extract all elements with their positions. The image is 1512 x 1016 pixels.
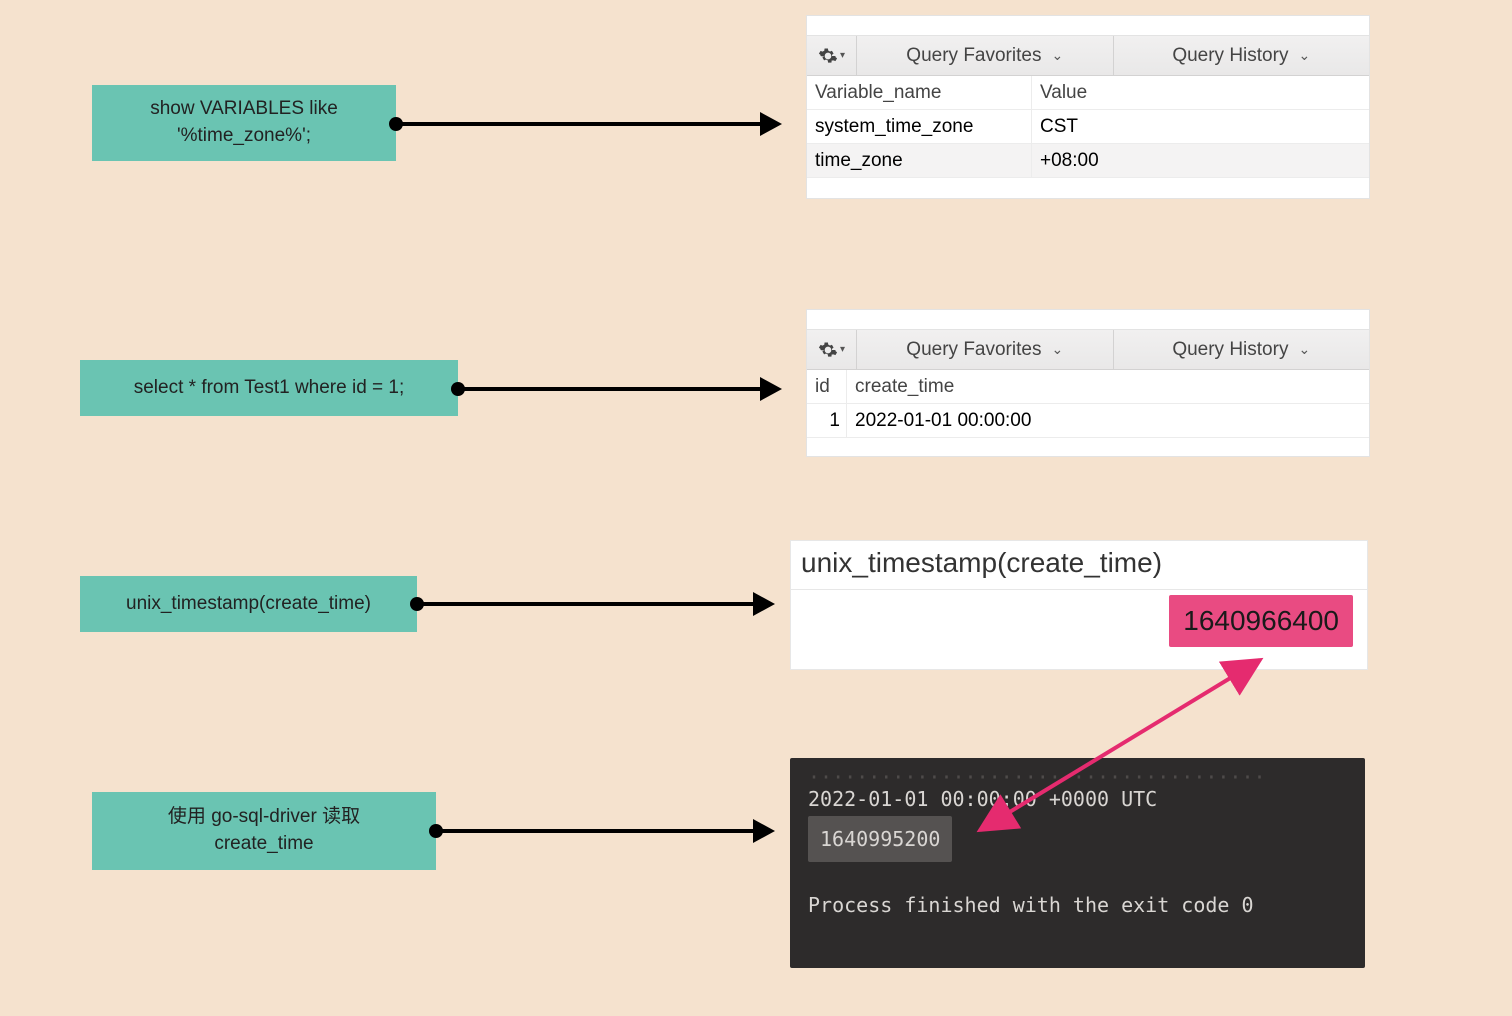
query-label-4-line1: 使用 go-sql-driver 读取 bbox=[168, 804, 360, 831]
arrow-2-line bbox=[458, 387, 761, 391]
terminal-output: ······································ 2… bbox=[790, 758, 1365, 968]
table-row: system_time_zone CST bbox=[807, 110, 1369, 144]
query-favorites-label: Query Favorites bbox=[906, 339, 1041, 361]
terminal-truncated-line: ······································ bbox=[808, 772, 1347, 782]
unix-timestamp-driver-value: 1640995200 bbox=[808, 816, 952, 862]
query-history-label: Query History bbox=[1172, 45, 1288, 67]
arrow-3-line bbox=[417, 602, 754, 606]
arrow-1-head bbox=[760, 112, 782, 136]
result-panel-2: ▾ Query Favorites ⌄ Query History ⌄ id c… bbox=[806, 309, 1370, 457]
arrow-1-line bbox=[396, 122, 761, 126]
dropdown-triangle-icon: ▾ bbox=[840, 50, 845, 61]
query-label-3: unix_timestamp(create_time) bbox=[80, 576, 417, 632]
query-history-button[interactable]: Query History ⌄ bbox=[1114, 330, 1370, 369]
query-label-1: show VARIABLES like '%time_zone%'; bbox=[92, 85, 396, 161]
panel-top-strip bbox=[807, 310, 1369, 330]
terminal-exit-line: Process finished with the exit code 0 bbox=[808, 888, 1347, 922]
query-label-1-line2: '%time_zone%'; bbox=[150, 123, 338, 150]
chevron-down-icon: ⌄ bbox=[1051, 47, 1063, 64]
table-row: 1 2022-01-01 00:00:00 bbox=[807, 404, 1369, 438]
cell-value: CST bbox=[1032, 110, 1369, 143]
col-header-value: Value bbox=[1032, 76, 1369, 109]
query-label-4-line2: create_time bbox=[168, 831, 360, 858]
col-header-unix-timestamp: unix_timestamp(create_time) bbox=[791, 541, 1367, 590]
query-favorites-button[interactable]: Query Favorites ⌄ bbox=[857, 36, 1114, 75]
dropdown-triangle-icon: ▾ bbox=[840, 344, 845, 355]
chevron-down-icon: ⌄ bbox=[1298, 47, 1310, 64]
gear-icon bbox=[818, 46, 838, 66]
query-history-label: Query History bbox=[1172, 339, 1288, 361]
query-label-1-line1: show VARIABLES like bbox=[150, 96, 338, 123]
arrow-4-head bbox=[753, 819, 775, 843]
chevron-down-icon: ⌄ bbox=[1051, 341, 1063, 358]
col-header-variable-name: Variable_name bbox=[807, 76, 1032, 109]
result-value-row: 1640966400 bbox=[791, 590, 1367, 652]
panel-top-strip bbox=[807, 16, 1369, 36]
cell-variable-name: time_zone bbox=[807, 144, 1032, 177]
chevron-down-icon: ⌄ bbox=[1298, 341, 1310, 358]
gear-dropdown[interactable]: ▾ bbox=[807, 330, 857, 369]
col-header-id: id bbox=[807, 370, 847, 403]
arrow-4-line bbox=[436, 829, 754, 833]
arrow-2-head bbox=[760, 377, 782, 401]
query-label-2-text: select * from Test1 where id = 1; bbox=[134, 375, 405, 402]
gear-icon bbox=[818, 340, 838, 360]
result-toolbar: ▾ Query Favorites ⌄ Query History ⌄ bbox=[807, 36, 1369, 76]
cell-variable-name: system_time_zone bbox=[807, 110, 1032, 143]
query-label-4: 使用 go-sql-driver 读取 create_time bbox=[92, 792, 436, 870]
query-favorites-label: Query Favorites bbox=[906, 45, 1041, 67]
table-header-row: Variable_name Value bbox=[807, 76, 1369, 110]
col-header-create-time: create_time bbox=[847, 370, 1369, 403]
query-history-button[interactable]: Query History ⌄ bbox=[1114, 36, 1370, 75]
table-header-row: id create_time bbox=[807, 370, 1369, 404]
query-favorites-button[interactable]: Query Favorites ⌄ bbox=[857, 330, 1114, 369]
query-label-3-text: unix_timestamp(create_time) bbox=[126, 591, 371, 618]
table-row: time_zone +08:00 bbox=[807, 144, 1369, 178]
gear-dropdown[interactable]: ▾ bbox=[807, 36, 857, 75]
arrow-3-head bbox=[753, 592, 775, 616]
terminal-datetime-line: 2022-01-01 00:00:00 +0000 UTC bbox=[808, 782, 1347, 816]
result-toolbar: ▾ Query Favorites ⌄ Query History ⌄ bbox=[807, 330, 1369, 370]
result-panel-3: unix_timestamp(create_time) 1640966400 bbox=[790, 540, 1368, 670]
unix-timestamp-db-value: 1640966400 bbox=[1169, 595, 1353, 647]
cell-create-time: 2022-01-01 00:00:00 bbox=[847, 404, 1369, 437]
result-panel-1: ▾ Query Favorites ⌄ Query History ⌄ Vari… bbox=[806, 15, 1370, 199]
cell-id: 1 bbox=[807, 404, 847, 437]
cell-value: +08:00 bbox=[1032, 144, 1369, 177]
query-label-2: select * from Test1 where id = 1; bbox=[80, 360, 458, 416]
